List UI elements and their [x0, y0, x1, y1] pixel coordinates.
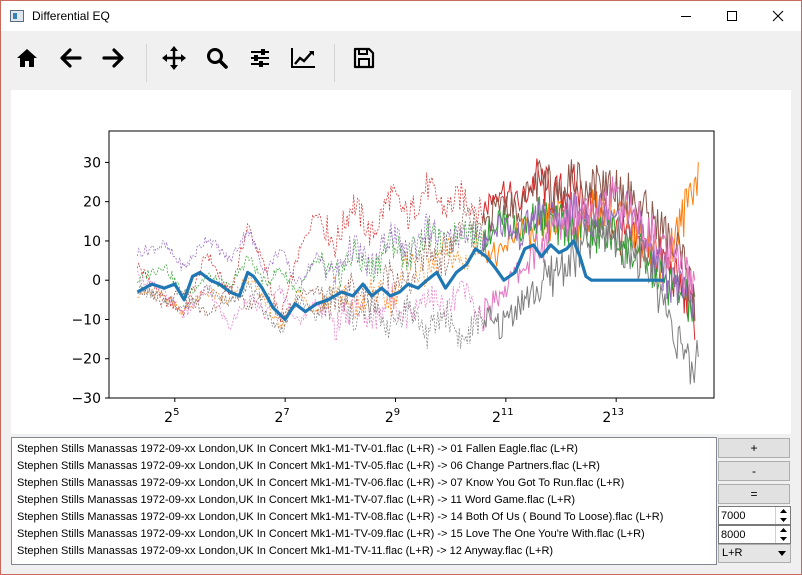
add-button[interactable]: + — [718, 438, 790, 458]
plot-figure: 30 20 10 0 −10 −20 −30 25 27 29 211 213 — [11, 90, 791, 434]
list-item[interactable]: Stephen Stills Manassas 1972-09-xx Londo… — [17, 493, 575, 507]
list-item[interactable]: Stephen Stills Manassas 1972-09-xx Londo… — [17, 544, 553, 558]
x-tick-label: 27 — [274, 407, 289, 426]
app-window: Differential EQ 30 20 10 0 −10 −20 −30 2… — [0, 0, 802, 575]
maximize-button[interactable] — [709, 1, 755, 31]
y-tick-label: −10 — [71, 312, 101, 328]
configure-subplots-button[interactable] — [244, 42, 276, 74]
spin-down-button[interactable] — [776, 535, 790, 543]
y-tick-label: 0 — [92, 273, 101, 289]
x-tick-label: 29 — [385, 407, 400, 426]
sliders-icon — [251, 49, 269, 67]
arrow-right-icon — [102, 48, 124, 68]
close-button[interactable] — [755, 1, 801, 31]
bottom-panel: Stephen Stills Manassas 1972-09-xx Londo… — [11, 437, 791, 565]
maximize-icon — [727, 11, 737, 21]
freq-low-input[interactable] — [721, 508, 773, 523]
plot-toolbar — [1, 32, 801, 90]
toolbar-separator — [146, 44, 147, 82]
y-tick-label: −30 — [71, 391, 101, 407]
chevron-up-icon — [779, 509, 787, 513]
eq-chart[interactable]: 30 20 10 0 −10 −20 −30 25 27 29 211 213 — [11, 90, 791, 434]
chevron-down-icon — [779, 518, 787, 522]
series-line-0-dotted — [137, 172, 486, 323]
spin-up-button[interactable] — [776, 507, 790, 515]
list-item[interactable]: Stephen Stills Manassas 1972-09-xx Londo… — [17, 442, 578, 456]
app-icon — [10, 10, 24, 22]
freq-high-input[interactable] — [721, 527, 773, 542]
freq-high-spinbox[interactable] — [718, 525, 791, 544]
list-item[interactable]: Stephen Stills Manassas 1972-09-xx Londo… — [17, 510, 663, 524]
pan-button[interactable] — [158, 42, 190, 74]
home-icon — [17, 49, 37, 67]
list-item[interactable]: Stephen Stills Manassas 1972-09-xx Londo… — [17, 459, 600, 473]
back-button[interactable] — [55, 42, 87, 74]
close-icon — [772, 10, 784, 22]
edit-axes-button[interactable] — [287, 42, 319, 74]
move-icon — [162, 46, 186, 70]
minimize-icon — [681, 16, 691, 17]
spin-up-button[interactable] — [776, 526, 790, 534]
list-item[interactable]: Stephen Stills Manassas 1972-09-xx Londo… — [17, 476, 624, 490]
chevron-down-icon — [779, 537, 787, 541]
window-title: Differential EQ — [32, 9, 110, 23]
toolbar-separator — [334, 44, 335, 82]
arrow-left-icon — [60, 48, 82, 68]
y-tick-label: −20 — [71, 352, 101, 368]
list-item[interactable]: Stephen Stills Manassas 1972-09-xx Londo… — [17, 527, 645, 541]
y-tick-label: 10 — [83, 234, 101, 250]
spin-arrows — [775, 507, 790, 524]
save-button[interactable] — [348, 42, 380, 74]
x-tick-label: 213 — [602, 407, 624, 426]
equalize-button[interactable]: = — [718, 484, 790, 504]
chart-line-icon — [291, 48, 315, 68]
minimize-button[interactable] — [663, 1, 709, 31]
search-icon — [207, 48, 228, 69]
series-line-6-dotted — [137, 281, 487, 349]
chevron-up-icon — [779, 528, 787, 532]
spin-down-button[interactable] — [776, 516, 790, 524]
spin-arrows — [775, 526, 790, 543]
floppy-disk-icon — [353, 47, 375, 69]
chevron-down-icon — [778, 551, 786, 556]
channel-select-value: L+R — [722, 547, 743, 559]
zoom-button[interactable] — [201, 42, 233, 74]
home-button[interactable] — [11, 42, 43, 74]
channel-select[interactable]: L+R — [718, 544, 791, 563]
file-pair-list[interactable]: Stephen Stills Manassas 1972-09-xx Londo… — [11, 437, 717, 565]
freq-low-spinbox[interactable] — [718, 506, 791, 525]
x-tick-label: 25 — [164, 407, 179, 426]
title-bar: Differential EQ — [1, 1, 801, 31]
forward-button[interactable] — [97, 42, 129, 74]
remove-button[interactable]: - — [718, 461, 790, 481]
y-tick-label: 30 — [83, 155, 101, 171]
x-tick-label: 211 — [492, 407, 514, 426]
y-tick-label: 20 — [83, 195, 101, 211]
